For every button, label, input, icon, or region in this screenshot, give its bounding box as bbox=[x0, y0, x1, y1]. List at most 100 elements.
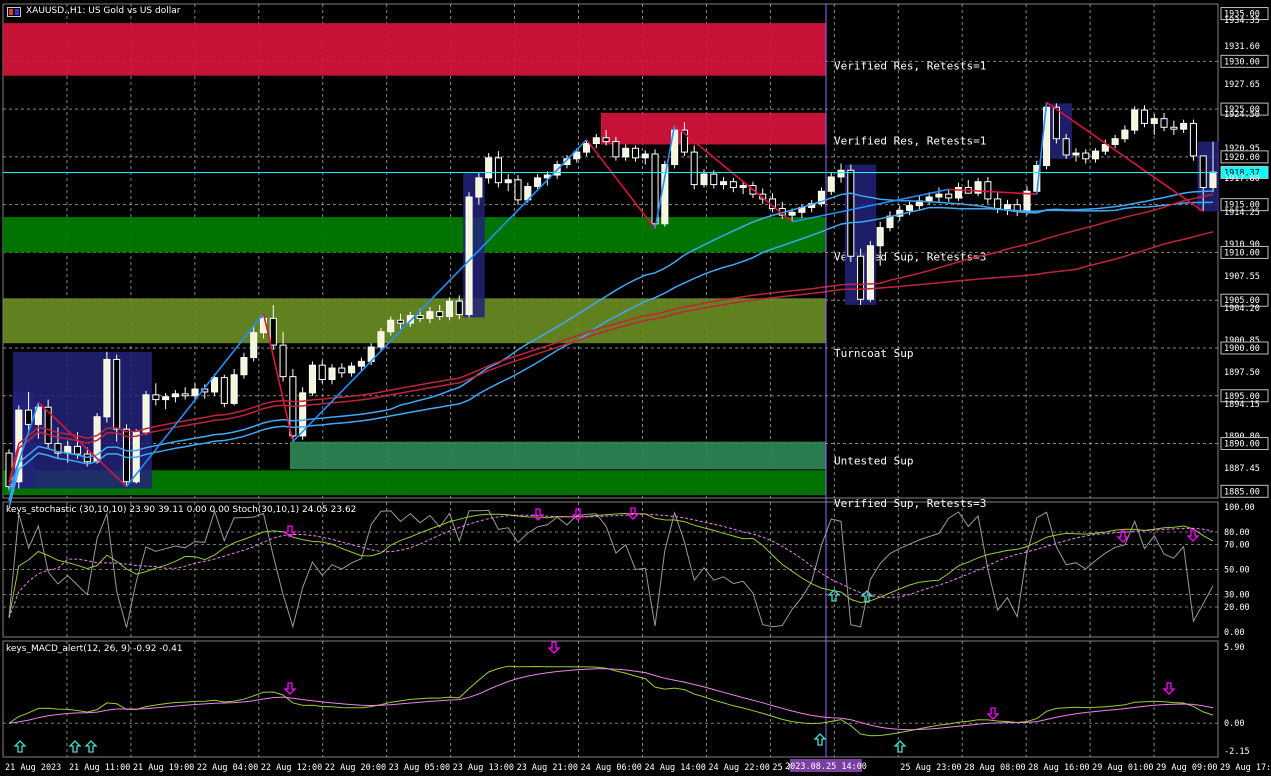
candle-body[interactable] bbox=[1092, 150, 1100, 160]
candle-body[interactable] bbox=[1170, 126, 1178, 130]
candle-body[interactable] bbox=[984, 181, 992, 200]
candle-body[interactable] bbox=[1072, 152, 1080, 156]
candle-body[interactable] bbox=[837, 169, 845, 178]
candle-body[interactable] bbox=[181, 393, 189, 397]
candle-body[interactable] bbox=[142, 394, 150, 433]
time-axis-label: 29 Aug 09:00 bbox=[1156, 763, 1217, 773]
candle-body[interactable] bbox=[230, 374, 238, 404]
sr-zone[interactable] bbox=[290, 441, 826, 470]
candle-body[interactable] bbox=[240, 357, 248, 376]
stochastic-indicator-title: keys_stochastic (30,10,10) 23.90 39.11 0… bbox=[6, 505, 357, 515]
candle-body[interactable] bbox=[827, 176, 835, 192]
candle-body[interactable] bbox=[436, 311, 444, 317]
candle-body[interactable] bbox=[250, 332, 258, 359]
price-axis-label: 1934.35 bbox=[1224, 16, 1260, 26]
candle-body[interactable] bbox=[700, 173, 708, 186]
chart-canvas[interactable]: Verified Res, Retests=1 Verified Res, Ret… bbox=[0, 0, 1271, 776]
candle-body[interactable] bbox=[582, 143, 591, 153]
candle-body[interactable] bbox=[426, 311, 434, 319]
candle-body[interactable] bbox=[1003, 204, 1011, 209]
candle-body[interactable] bbox=[1189, 122, 1197, 157]
candle-body[interactable] bbox=[1199, 155, 1207, 188]
candle-body[interactable] bbox=[308, 364, 316, 394]
candle-body[interactable] bbox=[494, 157, 502, 184]
candle-body[interactable] bbox=[1052, 106, 1060, 140]
candle-body[interactable] bbox=[475, 177, 483, 198]
candle-body[interactable] bbox=[886, 215, 894, 229]
candle-body[interactable] bbox=[279, 344, 287, 378]
candle-body[interactable] bbox=[73, 445, 82, 455]
candle-body[interactable] bbox=[857, 255, 865, 300]
candle-body[interactable] bbox=[866, 245, 874, 300]
candle-body[interactable] bbox=[387, 319, 395, 333]
price-axis-label: 1900.00 bbox=[1224, 344, 1260, 354]
candle-body[interactable] bbox=[514, 179, 522, 201]
candle-body[interactable] bbox=[602, 137, 610, 143]
candle-body[interactable] bbox=[1062, 138, 1070, 156]
candle-body[interactable] bbox=[171, 393, 179, 398]
candle-body[interactable] bbox=[318, 364, 326, 381]
candle-body[interactable] bbox=[211, 377, 219, 393]
candle-body[interactable] bbox=[1150, 118, 1158, 124]
candle-body[interactable] bbox=[445, 300, 454, 317]
candle-body[interactable] bbox=[945, 193, 953, 199]
candle-body[interactable] bbox=[1209, 171, 1217, 188]
candle-body[interactable] bbox=[788, 211, 796, 216]
candle-body[interactable] bbox=[1160, 118, 1168, 128]
candle-body[interactable] bbox=[152, 394, 160, 401]
candle-body[interactable] bbox=[1121, 129, 1129, 140]
candle-body[interactable] bbox=[631, 147, 640, 159]
candle-body[interactable] bbox=[847, 169, 855, 257]
candle-body[interactable] bbox=[729, 181, 737, 188]
candle-body[interactable] bbox=[573, 151, 581, 160]
candle-body[interactable] bbox=[710, 173, 718, 186]
candle-body[interactable] bbox=[720, 181, 728, 186]
candle-body[interactable] bbox=[612, 141, 620, 158]
candle-body[interactable] bbox=[1111, 138, 1119, 145]
candle-body[interactable] bbox=[269, 317, 277, 346]
stochastic-axis-label: 20.00 bbox=[1224, 603, 1250, 613]
candle-body[interactable] bbox=[690, 151, 698, 186]
candle-body[interactable] bbox=[622, 147, 630, 158]
candle-body[interactable] bbox=[465, 196, 473, 316]
sr-zone-label: Turncoat Sup bbox=[834, 347, 913, 360]
candle-body[interactable] bbox=[348, 365, 356, 374]
candle-body[interactable] bbox=[162, 396, 170, 401]
candle-body[interactable] bbox=[455, 300, 463, 316]
candle-body[interactable] bbox=[1082, 152, 1090, 160]
candle-body[interactable] bbox=[876, 227, 884, 247]
candle-body[interactable] bbox=[220, 377, 228, 404]
candle-body[interactable] bbox=[357, 360, 365, 367]
sr-zone[interactable] bbox=[601, 112, 826, 145]
candle-body[interactable] bbox=[338, 367, 346, 374]
candle-body[interactable] bbox=[1140, 109, 1149, 124]
candle-body[interactable] bbox=[377, 331, 385, 348]
candle-body[interactable] bbox=[25, 409, 33, 425]
candle-body[interactable] bbox=[191, 388, 199, 397]
candle-body[interactable] bbox=[906, 205, 914, 211]
candle-body[interactable] bbox=[739, 185, 747, 188]
sr-zone[interactable] bbox=[3, 298, 826, 344]
candle-body[interactable] bbox=[103, 358, 111, 418]
sr-zone[interactable] bbox=[3, 217, 826, 253]
candle-body[interactable] bbox=[994, 198, 1002, 209]
time-axis-label: 21 Aug 19:00 bbox=[133, 763, 194, 773]
candle-body[interactable] bbox=[416, 314, 424, 319]
candle-body[interactable] bbox=[113, 358, 121, 430]
candle-body[interactable] bbox=[641, 153, 649, 159]
time-axis-label: 24 Aug 06:00 bbox=[581, 763, 642, 773]
candle-body[interactable] bbox=[504, 179, 512, 184]
candle-body[interactable] bbox=[1180, 122, 1188, 130]
chart-window-icon[interactable] bbox=[7, 7, 21, 17]
candle-body[interactable] bbox=[397, 319, 405, 324]
candle-body[interactable] bbox=[485, 157, 493, 179]
candle-body[interactable] bbox=[592, 137, 600, 145]
candle-body[interactable] bbox=[925, 196, 933, 202]
macd-pane-border bbox=[2, 640, 1219, 758]
candle-body[interactable] bbox=[935, 193, 943, 198]
sr-zone[interactable] bbox=[3, 23, 826, 76]
candle-body[interactable] bbox=[534, 177, 542, 188]
macd-axis-label: 0.00 bbox=[1224, 719, 1244, 729]
candle-body[interactable] bbox=[328, 367, 336, 381]
candle-body[interactable] bbox=[1131, 109, 1139, 131]
